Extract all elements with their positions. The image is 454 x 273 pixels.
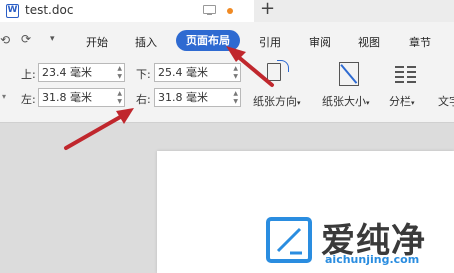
left-margin-value: 31.8 毫米 xyxy=(42,91,92,104)
columns-icon-line xyxy=(395,76,404,78)
columns-icon-line xyxy=(407,66,416,68)
watermark-url: aichunjing.com xyxy=(325,253,420,266)
columns-icon-line xyxy=(395,71,404,73)
columns-icon[interactable] xyxy=(395,64,417,84)
spin-down-icon[interactable]: ▼ xyxy=(233,73,238,80)
columns-icon-line xyxy=(407,81,416,83)
spin-up-icon[interactable]: ▲ xyxy=(233,90,238,97)
bottom-margin-label: 下: xyxy=(136,68,151,81)
orientation-button-label[interactable]: 纸张方向▾ xyxy=(253,93,301,109)
tab-review[interactable]: 审阅 xyxy=(309,34,331,50)
spin-down-icon[interactable]: ▼ xyxy=(117,73,122,80)
spin-down-icon[interactable]: ▼ xyxy=(117,98,122,105)
new-tab-icon[interactable]: + xyxy=(260,0,275,19)
chevron-down-icon[interactable]: ▾ xyxy=(50,34,55,44)
right-margin-value: 31.8 毫米 xyxy=(158,91,208,104)
monitor-icon[interactable] xyxy=(203,5,216,14)
tab-view[interactable]: 视图 xyxy=(358,34,380,50)
right-margin-field[interactable]: 31.8 毫米 ▲ ▼ xyxy=(154,88,241,107)
bottom-margin-value: 25.4 毫米 xyxy=(158,66,208,79)
paper-size-label-text: 纸张大小 xyxy=(322,95,366,108)
aichunjing-logo-icon xyxy=(266,217,312,263)
orientation-label-text: 纸张方向 xyxy=(253,95,297,108)
paper-size-button-label[interactable]: 纸张大小▾ xyxy=(322,93,370,109)
spin-down-icon[interactable]: ▼ xyxy=(233,98,238,105)
document-title[interactable]: test.doc xyxy=(25,3,73,17)
tab-insert[interactable]: 插入 xyxy=(135,34,157,50)
monitor-stand xyxy=(207,14,212,15)
bottom-margin-field[interactable]: 25.4 毫米 ▲ ▼ xyxy=(154,63,241,82)
chevron-down-icon: ▾ xyxy=(411,99,415,107)
columns-button-label[interactable]: 分栏▾ xyxy=(389,93,415,109)
top-margin-value: 23.4 毫米 xyxy=(42,66,92,79)
tab-home[interactable]: 开始 xyxy=(86,34,108,50)
spin-up-icon[interactable]: ▲ xyxy=(233,65,238,72)
tab-chapter[interactable]: 章节 xyxy=(409,34,431,50)
spin-up-icon[interactable]: ▲ xyxy=(117,65,122,72)
unsaved-indicator xyxy=(227,8,233,14)
columns-icon-line xyxy=(407,76,416,78)
columns-icon-line xyxy=(395,81,404,83)
wps-writer-icon: W xyxy=(6,4,19,18)
chevron-down-icon: ▾ xyxy=(366,99,370,107)
left-margin-label: 左: xyxy=(21,93,36,106)
chevron-down-icon: ▾ xyxy=(297,99,301,107)
text-direction-button-label[interactable]: 文字 xyxy=(438,93,454,109)
redo-icon[interactable]: ⟳ xyxy=(21,32,31,46)
right-margin-label: 右: xyxy=(136,93,151,106)
tab-references[interactable]: 引用 xyxy=(259,34,281,50)
left-margin-field[interactable]: 31.8 毫米 ▲ ▼ xyxy=(38,88,125,107)
columns-icon-line xyxy=(395,66,404,68)
tab-page-layout[interactable]: 页面布局 xyxy=(176,30,240,51)
top-margin-field[interactable]: 23.4 毫米 ▲ ▼ xyxy=(38,63,125,82)
spin-up-icon[interactable]: ▲ xyxy=(117,90,122,97)
columns-label-text: 分栏 xyxy=(389,95,411,108)
chevron-down-icon[interactable]: ▾ xyxy=(2,92,6,101)
undo-icon[interactable]: ⟲ xyxy=(0,33,10,47)
top-margin-label: 上: xyxy=(21,68,36,81)
columns-icon-line xyxy=(407,71,416,73)
